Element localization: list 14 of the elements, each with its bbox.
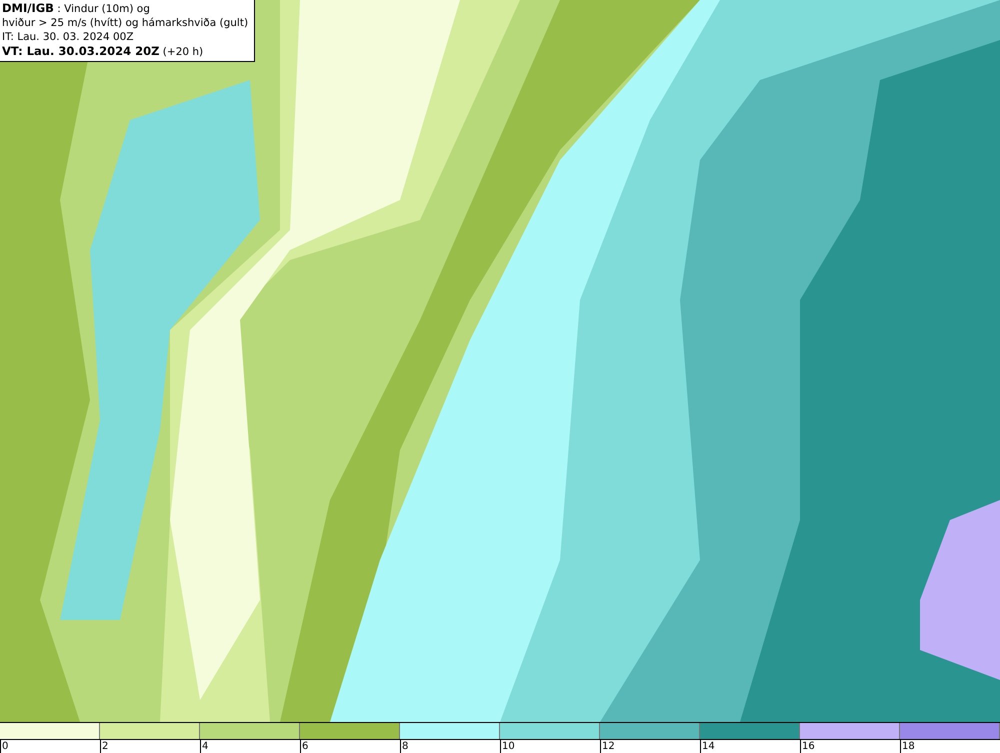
legend-text: DMI/IGB : Vindur (10m) og — [2, 1, 151, 16]
scale-label: 10 — [502, 741, 515, 752]
scale-label: 2 — [102, 741, 108, 752]
scale-label: 6 — [302, 741, 308, 752]
legend-text: hviður > 25 m/s (hvítt) og hámarkshviða (gult) — [2, 16, 248, 30]
scale-label: 14 — [702, 741, 715, 752]
scale-label: 4 — [202, 741, 208, 752]
scale-label: 0 — [2, 741, 8, 752]
scale-label: 16 — [802, 741, 815, 752]
scale-label: 12 — [602, 741, 615, 752]
legend-text: IT: Lau. 30. 03. 2024 00Z — [2, 30, 135, 44]
scale-label: 18 — [902, 741, 915, 752]
scale-label: 8 — [402, 741, 408, 752]
legend-text: VT: Lau. 30.03.2024 20Z (+20 h) — [2, 44, 204, 59]
